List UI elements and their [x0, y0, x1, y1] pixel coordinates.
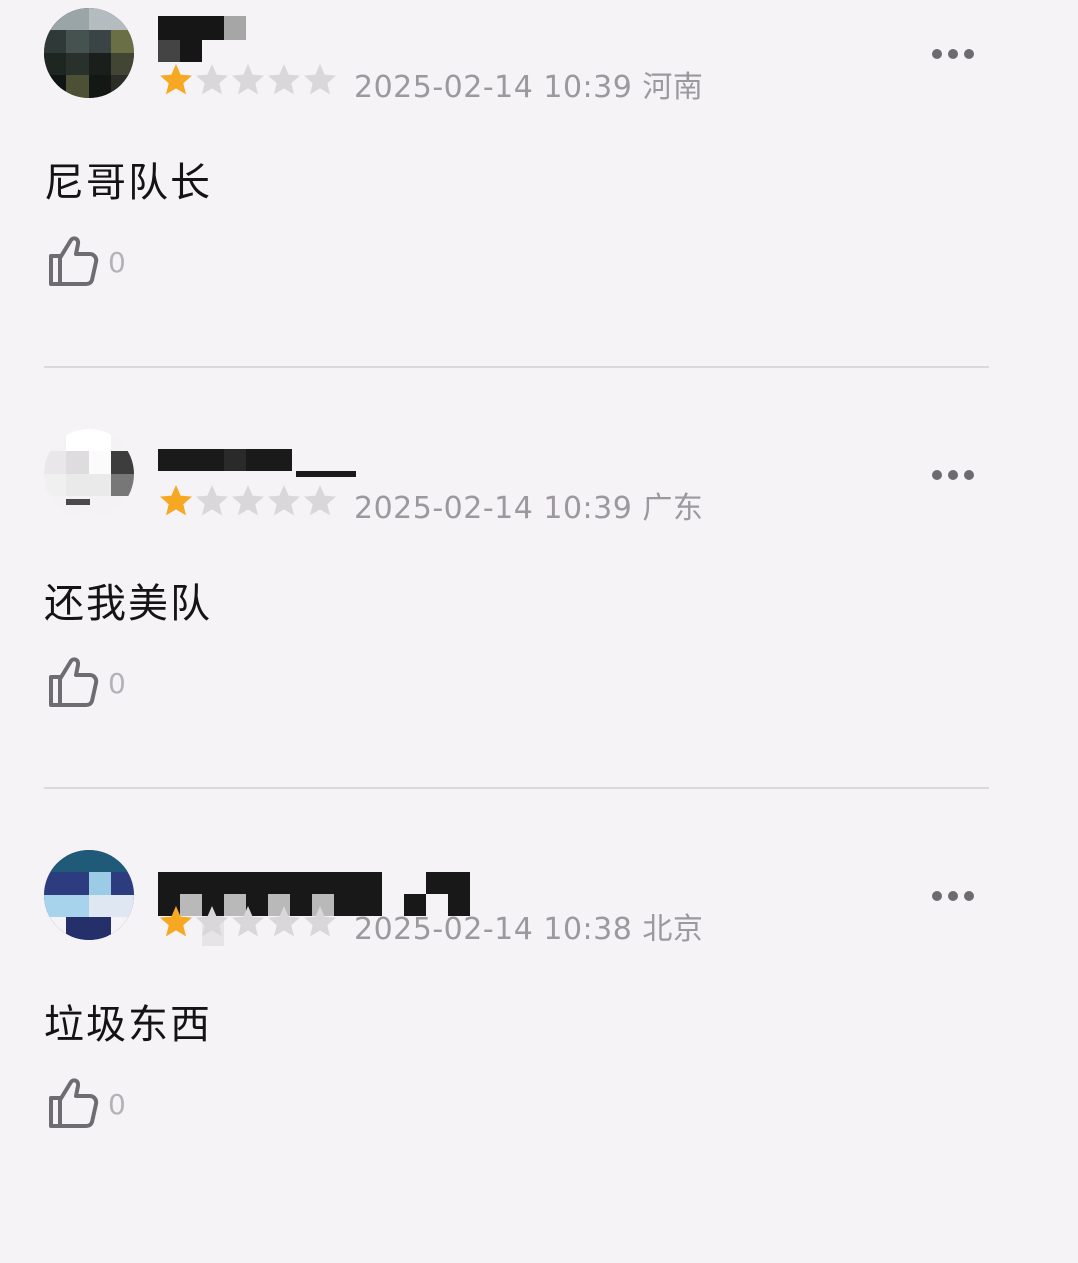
star-empty-icon: [196, 485, 228, 516]
like-count: 0: [108, 246, 126, 279]
like-count: 0: [108, 667, 126, 700]
review-location: 北京: [642, 912, 704, 947]
thumbs-up-icon: [49, 657, 99, 707]
avatar[interactable]: [44, 850, 134, 940]
review-item: 2025-02-14 10:39 广东 还我美队 0: [0, 421, 1078, 842]
review-datetime: 2025-02-14 10:39: [354, 70, 633, 105]
star-filled-icon: [160, 64, 192, 95]
review-content: 还我美队: [44, 581, 212, 627]
avatar[interactable]: [44, 8, 134, 98]
star-empty-icon: [232, 906, 264, 937]
like-button[interactable]: 0: [44, 232, 144, 292]
review-content: 垃圾东西: [44, 1002, 212, 1048]
review-meta: 2025-02-14 10:39 广东: [354, 483, 703, 527]
review-content: 尼哥队长: [44, 160, 212, 206]
review-item: 2025-02-14 10:39 河南 尼哥队长 0: [0, 0, 1078, 421]
more-options-icon[interactable]: [928, 42, 978, 66]
thumbs-up-icon: [49, 236, 99, 286]
star-empty-icon: [196, 906, 228, 937]
review-meta: 2025-02-14 10:39 河南: [354, 62, 703, 106]
review-meta: 2025-02-14 10:38 北京: [354, 904, 703, 948]
star-empty-icon: [304, 64, 336, 95]
review-datetime: 2025-02-14 10:39: [354, 491, 633, 526]
star-filled-icon: [160, 485, 192, 516]
star-empty-icon: [232, 485, 264, 516]
star-empty-icon: [304, 906, 336, 937]
like-count: 0: [108, 1088, 126, 1121]
review-item: 2025-02-14 10:38 北京 垃圾东西 0: [0, 842, 1078, 1263]
star-empty-icon: [196, 64, 228, 95]
star-empty-icon: [304, 485, 336, 516]
more-options-icon[interactable]: [928, 463, 978, 487]
star-empty-icon: [268, 906, 300, 937]
more-options-icon[interactable]: [928, 884, 978, 908]
star-filled-icon: [160, 906, 192, 937]
thumbs-up-icon: [49, 1078, 99, 1128]
divider: [44, 366, 989, 368]
like-button[interactable]: 0: [44, 1074, 144, 1134]
star-empty-icon: [268, 64, 300, 95]
star-empty-icon: [268, 485, 300, 516]
review-location: 河南: [642, 70, 704, 105]
divider: [44, 787, 989, 789]
avatar[interactable]: [44, 429, 134, 519]
review-datetime: 2025-02-14 10:38: [354, 912, 633, 947]
star-empty-icon: [232, 64, 264, 95]
review-location: 广东: [642, 491, 704, 526]
like-button[interactable]: 0: [44, 653, 144, 713]
